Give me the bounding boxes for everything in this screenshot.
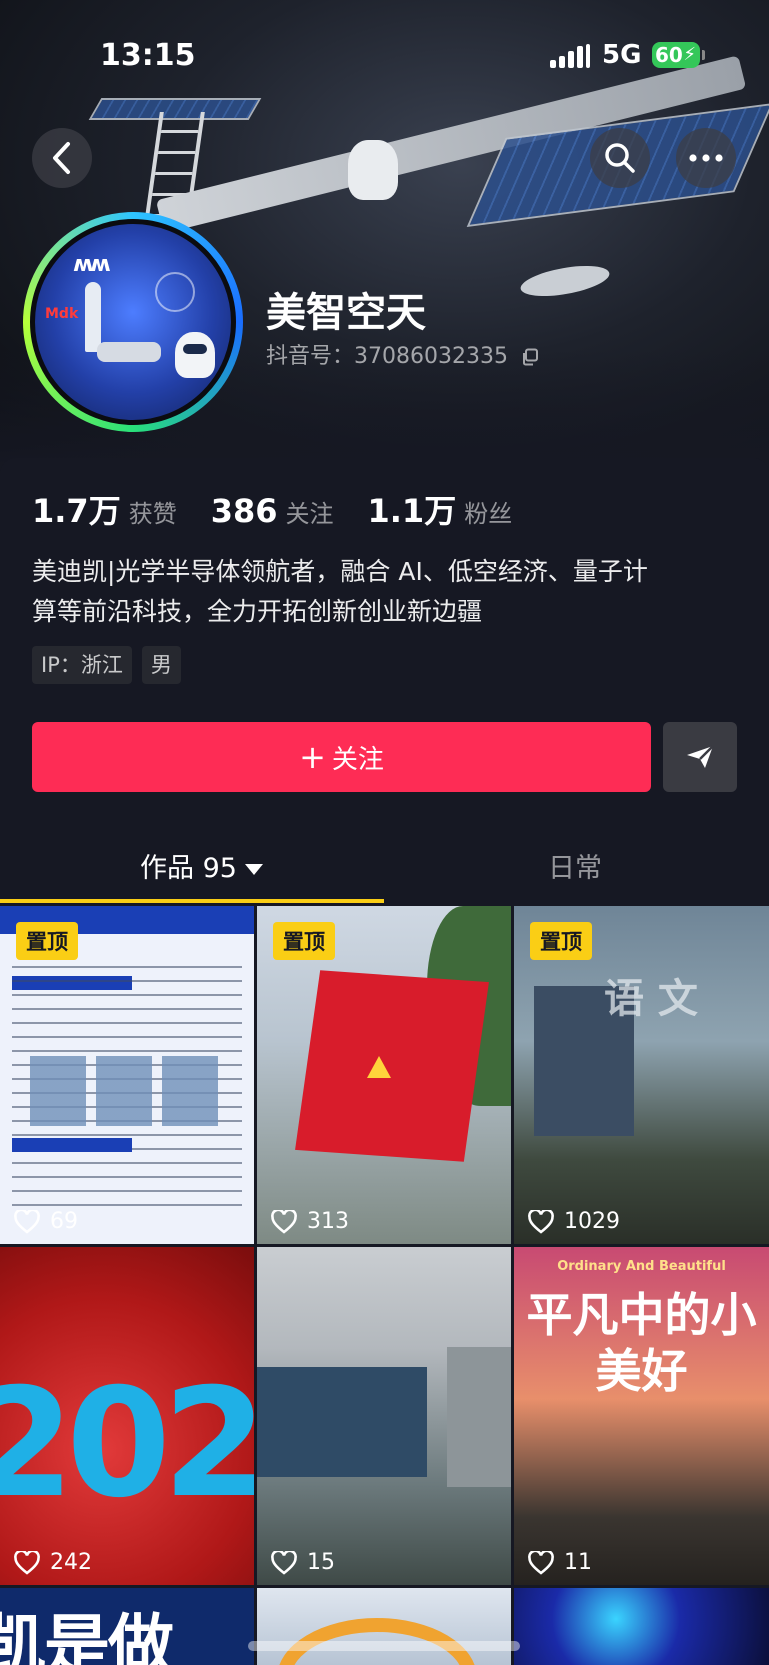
share-button[interactable] — [663, 722, 737, 792]
brand-logo: ʍʍ — [73, 252, 111, 277]
video-thumbnail[interactable]: 15 — [257, 1247, 511, 1585]
robot-illustration — [175, 332, 215, 378]
heart-icon — [271, 1550, 297, 1575]
thumbnail-text: 语 文 — [604, 976, 698, 1022]
video-thumbnail[interactable]: 2026 242 — [0, 1247, 254, 1585]
send-icon — [687, 745, 714, 768]
video-thumbnail[interactable]: 凯是做 — [0, 1588, 254, 1665]
caret-down-icon — [244, 864, 263, 875]
rocket-illustration — [85, 282, 101, 352]
signal-icon — [550, 44, 590, 68]
tab-daily[interactable]: 日常 — [548, 846, 602, 885]
heart-icon — [528, 1550, 554, 1575]
status-bar: 13:15 5G 60 ⚡ — [0, 0, 769, 110]
stat-following[interactable]: 386 关注 — [211, 492, 334, 530]
battery-icon: 60 ⚡ — [652, 42, 700, 68]
follow-label: 关注 — [331, 744, 384, 775]
back-button[interactable] — [32, 128, 92, 188]
stat-likes-value: 1.7万 — [32, 492, 121, 530]
home-indicator[interactable] — [248, 1641, 520, 1651]
like-count-value: 313 — [307, 1209, 349, 1234]
profile-tags: IP：浙江 男 — [32, 646, 191, 684]
like-count: 69 — [14, 1209, 78, 1234]
thumbnail-text: 凯是做 — [0, 1607, 174, 1665]
heart-icon — [14, 1209, 40, 1234]
video-thumbnail[interactable]: 置顶 313 — [257, 906, 511, 1244]
like-count-value: 1029 — [564, 1209, 620, 1234]
video-thumbnail[interactable]: 语 文 置顶 1029 — [514, 906, 769, 1244]
bio-line: 美迪凯|光学半导体领航者，融合 AI、低空经济、量子计 — [32, 557, 648, 586]
like-count-value: 242 — [50, 1550, 92, 1575]
like-count-value: 69 — [50, 1209, 78, 1234]
brand-logo-text: Mdk — [45, 306, 79, 322]
heart-icon — [14, 1550, 40, 1575]
video-thumbnail[interactable]: Ordinary And Beautiful 平凡中的小美好 11 — [514, 1247, 769, 1585]
bio-line: 算等前沿科技，全力开拓创新创业新边疆 — [32, 597, 483, 626]
status-time: 13:15 — [100, 38, 196, 73]
planet-illustration — [155, 272, 195, 312]
follow-button[interactable]: + 关注 — [32, 722, 651, 792]
like-count: 11 — [528, 1550, 592, 1575]
douyin-id-row[interactable]: 抖音号：37086032335 — [266, 338, 539, 370]
battery-level: 60 — [655, 43, 683, 67]
pinned-badge: 置顶 — [16, 922, 78, 960]
tag-gender: 男 — [141, 646, 181, 684]
drone-illustration — [97, 342, 161, 362]
stat-following-value: 386 — [210, 492, 278, 530]
plus-icon: + — [299, 738, 326, 776]
stat-followers-label: 粉丝 — [464, 500, 513, 528]
video-thumbnail[interactable] — [514, 1588, 769, 1665]
like-count: 1029 — [528, 1209, 620, 1234]
like-count: 242 — [14, 1550, 92, 1575]
profile-name: 美智空天 — [266, 290, 426, 336]
like-count: 313 — [271, 1209, 349, 1234]
arrow-up-icon — [367, 1056, 391, 1078]
pod-illustration — [518, 260, 612, 302]
thumbnail-text: Ordinary And Beautiful — [557, 1259, 726, 1274]
search-button[interactable] — [590, 128, 650, 188]
profile-stats: 1.7万 获赞 386 关注 1.1万 粉丝 — [32, 486, 546, 532]
more-icon — [689, 154, 723, 162]
tab-works[interactable]: 作品 95 — [140, 846, 263, 885]
tab-works-label: 作品 95 — [140, 853, 237, 884]
tab-indicator — [0, 899, 384, 903]
stat-likes[interactable]: 1.7万 获赞 — [32, 486, 177, 532]
douyin-id: 抖音号：37086032335 — [266, 344, 508, 369]
video-thumbnail[interactable] — [257, 1588, 511, 1665]
avatar-image: ʍʍ Mdk — [30, 219, 236, 425]
like-count-value: 11 — [564, 1550, 592, 1575]
heart-icon — [528, 1209, 554, 1234]
profile-panel: 1.7万 获赞 386 关注 1.1万 粉丝 美迪凯|光学半导体领航者，融合 A… — [0, 458, 769, 1665]
like-count-value: 15 — [307, 1550, 335, 1575]
search-icon — [605, 143, 635, 173]
stat-following-label: 关注 — [285, 500, 334, 528]
profile-bio: 美迪凯|光学半导体领航者，融合 AI、低空经济、量子计 算等前沿科技，全力开拓创… — [32, 552, 752, 632]
heart-icon — [271, 1209, 297, 1234]
tag-ip-location: IP：浙江 — [32, 646, 132, 684]
thumbnail-text: 2026 — [0, 1357, 254, 1531]
astronaut-illustration — [348, 140, 398, 200]
like-count: 15 — [271, 1550, 335, 1575]
copy-icon[interactable] — [521, 348, 539, 366]
stat-likes-label: 获赞 — [128, 500, 177, 528]
thumbnail-title: 平凡中的小美好 — [526, 1288, 757, 1398]
pinned-badge: 置顶 — [273, 922, 335, 960]
network-type: 5G — [602, 40, 642, 70]
video-thumbnail[interactable]: 置顶 69 — [0, 906, 254, 1244]
chevron-left-icon — [53, 142, 70, 174]
pinned-badge: 置顶 — [530, 922, 592, 960]
avatar[interactable]: ʍʍ Mdk — [23, 212, 243, 432]
stat-followers-value: 1.1万 — [367, 492, 457, 530]
more-button[interactable] — [676, 128, 736, 188]
stat-followers[interactable]: 1.1万 粉丝 — [368, 486, 513, 532]
